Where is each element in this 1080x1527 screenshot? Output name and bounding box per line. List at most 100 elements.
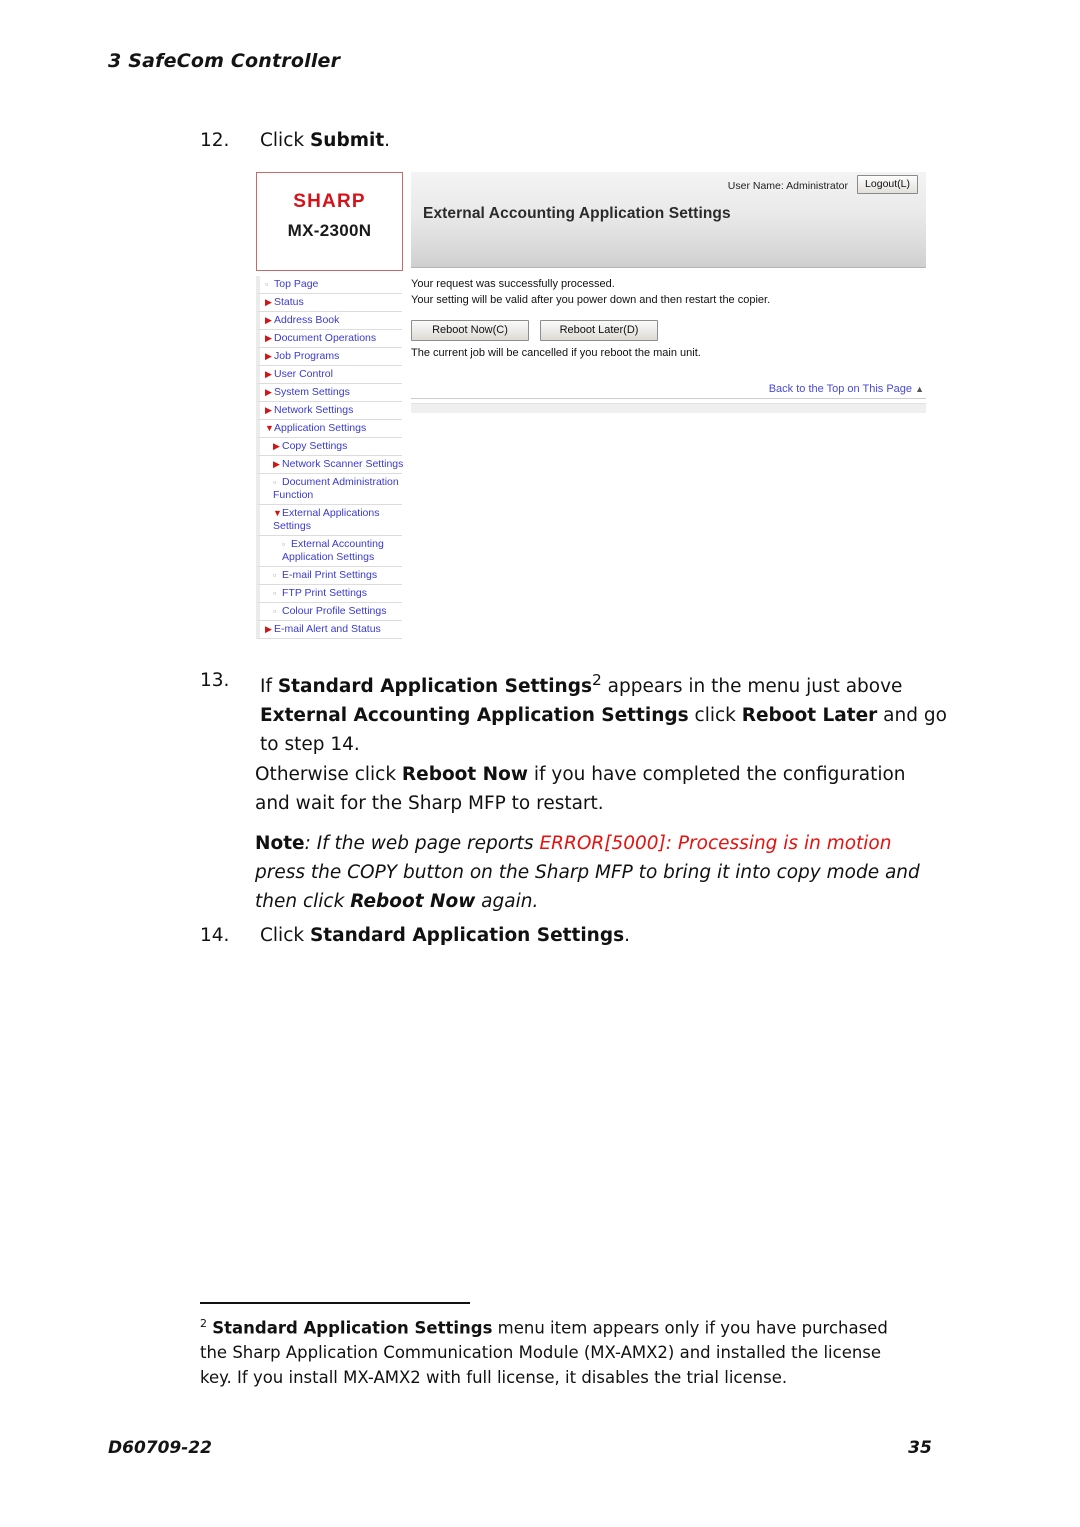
footnote-bold: Standard Application Settings (212, 1318, 493, 1338)
sidebar-item-document-administration-function[interactable]: ▫ Document Administration Function (256, 474, 402, 505)
step-13-mid-1: appears in the menu just above (601, 676, 903, 698)
triangle-right-icon: ▶ (265, 405, 272, 415)
sharp-logo-box: SHARP MX-2300N (256, 172, 403, 271)
square-bullet-icon: ▫ (265, 279, 269, 289)
sidebar-item-copy-settings[interactable]: ▶ Copy Settings (256, 438, 402, 456)
sidebar-item-network-scanner-settings[interactable]: ▶ Network Scanner Settings (256, 456, 404, 474)
sidebar-item-email-alert-and-status[interactable]: ▶ E-mail Alert and Status (256, 621, 402, 639)
sidebar-item-label: Address Book (274, 314, 340, 326)
reboot-button-row: Reboot Now(C) Reboot Later(D) (411, 320, 926, 341)
sidebar-item-network-settings[interactable]: ▶ Network Settings (256, 402, 402, 420)
step-13-footnote-marker: 2 (591, 671, 602, 689)
success-message-line-2: Your setting will be valid after you pow… (411, 294, 771, 306)
step-12-text-tail: . (384, 130, 391, 151)
note-error-text: ERROR[5000]: Processing is in motion (539, 833, 892, 854)
triangle-right-icon: ▶ (265, 387, 272, 397)
success-message-line-1: Your request was successfully processed. (411, 278, 615, 290)
sidebar-item-user-control[interactable]: ▶ User Control (256, 366, 402, 384)
step-13-bold-2: External Accounting Application Settings (260, 705, 689, 727)
main-panel: Your request was successfully processed.… (411, 276, 926, 413)
screenshot-page-title: External Accounting Application Settings (423, 205, 731, 222)
triangle-right-icon: ▶ (265, 297, 272, 307)
footnote-separator (200, 1302, 470, 1304)
triangle-up-icon: ▲ (915, 384, 924, 394)
note-tail: again. (475, 891, 539, 912)
sidebar-nav: ▫ Top Page ▶ Status ▶ Address Book ▶ Documen… (256, 276, 404, 639)
sidebar-item-system-settings[interactable]: ▶ System Settings (256, 384, 402, 402)
step-13: 13. If Standard Application Settings2 ap… (200, 666, 960, 759)
step-13-mid-2: click (688, 705, 742, 727)
screenshot-header: SHARP MX-2300N User Name: Administrator … (256, 172, 926, 271)
step-13-number: 13. (200, 670, 230, 691)
otherwise-bold: Reboot Now (401, 764, 528, 785)
step-13-bold-3: Reboot Later (741, 705, 878, 727)
sharp-web-ui-screenshot: SHARP MX-2300N User Name: Administrator … (256, 172, 926, 644)
step-14-lead: Click (260, 925, 310, 946)
sidebar-item-label: External Accounting Application Settings (282, 538, 384, 563)
otherwise-lead: Otherwise click (255, 764, 402, 785)
sidebar-item-label: Document Administration Function (273, 476, 399, 501)
back-to-top-link[interactable]: Back to the Top on This Page ▲ (411, 383, 926, 395)
sidebar-item-label: Network Scanner Settings (282, 458, 404, 470)
step-14-bold: Standard Application Settings (309, 925, 625, 946)
sidebar-item-top-page[interactable]: ▫ Top Page (256, 276, 402, 294)
step-12-number: 12. (200, 130, 230, 151)
sidebar-item-label: Document Operations (274, 332, 377, 344)
sidebar-item-status[interactable]: ▶ Status (256, 294, 402, 312)
square-bullet-icon: ▫ (273, 588, 277, 598)
sidebar-item-job-programs[interactable]: ▶ Job Programs (256, 348, 402, 366)
square-bullet-icon: ▫ (273, 606, 277, 616)
sidebar-item-label: Colour Profile Settings (282, 605, 387, 617)
sidebar-item-application-settings[interactable]: ▼Application Settings (256, 420, 402, 438)
footnote-marker: 2 (200, 1317, 207, 1330)
step-12: 12. Click Submit. (200, 126, 900, 155)
sidebar-item-email-print-settings[interactable]: ▫ E-mail Print Settings (256, 567, 402, 585)
triangle-right-icon: ▶ (265, 369, 272, 379)
sidebar-item-label: System Settings (274, 386, 350, 398)
note-label: Note (255, 833, 305, 854)
sidebar-item-label: Application Settings (274, 422, 367, 434)
sidebar-item-address-book[interactable]: ▶ Address Book (256, 312, 402, 330)
sidebar-item-label: E-mail Print Settings (282, 569, 378, 581)
triangle-right-icon: ▶ (265, 351, 272, 361)
footnote: 2 Standard Application Settings menu ite… (200, 1312, 900, 1390)
step-12-text-lead: Click (260, 130, 310, 151)
sidebar-item-label: Top Page (274, 278, 319, 290)
step-13-lead: If (260, 676, 278, 698)
logout-button[interactable]: Logout(L) (857, 175, 918, 194)
square-bullet-icon: ▫ (273, 570, 277, 580)
sidebar-item-document-operations[interactable]: ▶ Document Operations (256, 330, 402, 348)
cancel-warning-message: The current job will be cancelled if you… (411, 347, 701, 359)
step-13-text: If Standard Application Settings2 appear… (260, 666, 960, 759)
sidebar-item-label: FTP Print Settings (282, 587, 368, 599)
note-bold: Reboot Now (350, 891, 476, 912)
triangle-right-icon: ▶ (273, 441, 280, 451)
step-12-text-bold: Submit (309, 130, 385, 151)
note-paragraph: Note: If the web page reports ERROR[5000… (255, 829, 945, 916)
sidebar-item-external-applications-settings[interactable]: ▼External Applications Settings (256, 505, 402, 536)
triangle-right-icon: ▶ (265, 333, 272, 343)
sharp-brand-logo: SHARP (293, 191, 366, 212)
reboot-now-button[interactable]: Reboot Now(C) (411, 320, 529, 341)
sidebar-item-external-accounting-application-settings[interactable]: ▫ External Accounting Application Setting… (256, 536, 402, 567)
reboot-later-button[interactable]: Reboot Later(D) (540, 320, 658, 341)
square-bullet-icon: ▫ (273, 477, 277, 487)
square-bullet-icon: ▫ (282, 539, 286, 549)
step-14-number: 14. (200, 925, 230, 946)
step-14-tail: . (624, 925, 630, 946)
step-12-text: Click Submit. (260, 126, 900, 155)
step-13-otherwise-paragraph: Otherwise click Reboot Now if you have c… (255, 760, 937, 818)
sidebar-item-label: User Control (274, 368, 333, 380)
panel-divider (411, 398, 926, 399)
running-header: 3 SafeCom Controller (108, 50, 341, 72)
sidebar-item-label: Copy Settings (282, 440, 348, 452)
sidebar-item-label: E-mail Alert and Status (274, 623, 381, 635)
sidebar-item-ftp-print-settings[interactable]: ▫ FTP Print Settings (256, 585, 402, 603)
triangle-right-icon: ▶ (265, 315, 272, 325)
footer-document-number: D60709-22 (108, 1438, 212, 1458)
triangle-right-icon: ▶ (273, 459, 280, 469)
triangle-down-icon: ▼ (273, 508, 282, 518)
triangle-right-icon: ▶ (265, 624, 272, 634)
sidebar-item-colour-profile-settings[interactable]: ▫ Colour Profile Settings (256, 603, 402, 621)
footer-page-number: 35 (908, 1438, 932, 1458)
